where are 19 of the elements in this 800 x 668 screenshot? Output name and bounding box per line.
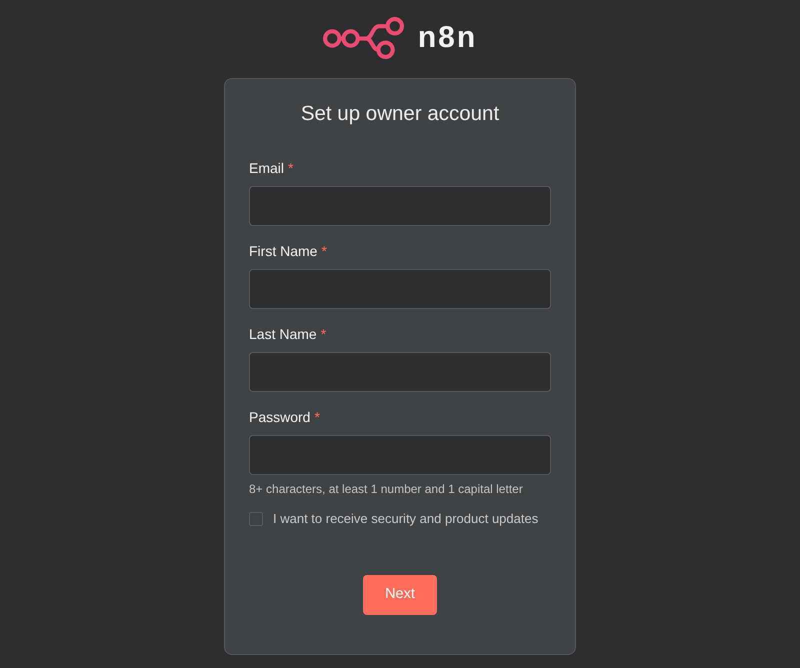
field-label: Password [249, 408, 310, 427]
form-title: Set up owner account [300, 102, 500, 126]
required-asterisk: * [288, 159, 294, 178]
field-label: Email [249, 159, 284, 178]
checkbox-label: I want to receive security and product updates [273, 511, 538, 527]
hint-text: 8+ characters, at least 1 number and 1 capital letter [249, 482, 524, 496]
field-label: First Name [249, 242, 318, 261]
input-field[interactable] [249, 435, 551, 475]
logo-icon [322, 15, 404, 61]
input-field[interactable] [249, 269, 551, 309]
input-field[interactable] [249, 352, 551, 392]
checkbox[interactable] [249, 512, 263, 526]
field-label: Last Name [249, 325, 317, 344]
required-asterisk: * [314, 408, 320, 427]
next-button[interactable]: Next [363, 575, 437, 615]
required-asterisk: * [321, 242, 327, 261]
input-field[interactable] [249, 186, 551, 226]
required-asterisk: * [320, 325, 326, 344]
logo-text: n8n [418, 20, 478, 56]
